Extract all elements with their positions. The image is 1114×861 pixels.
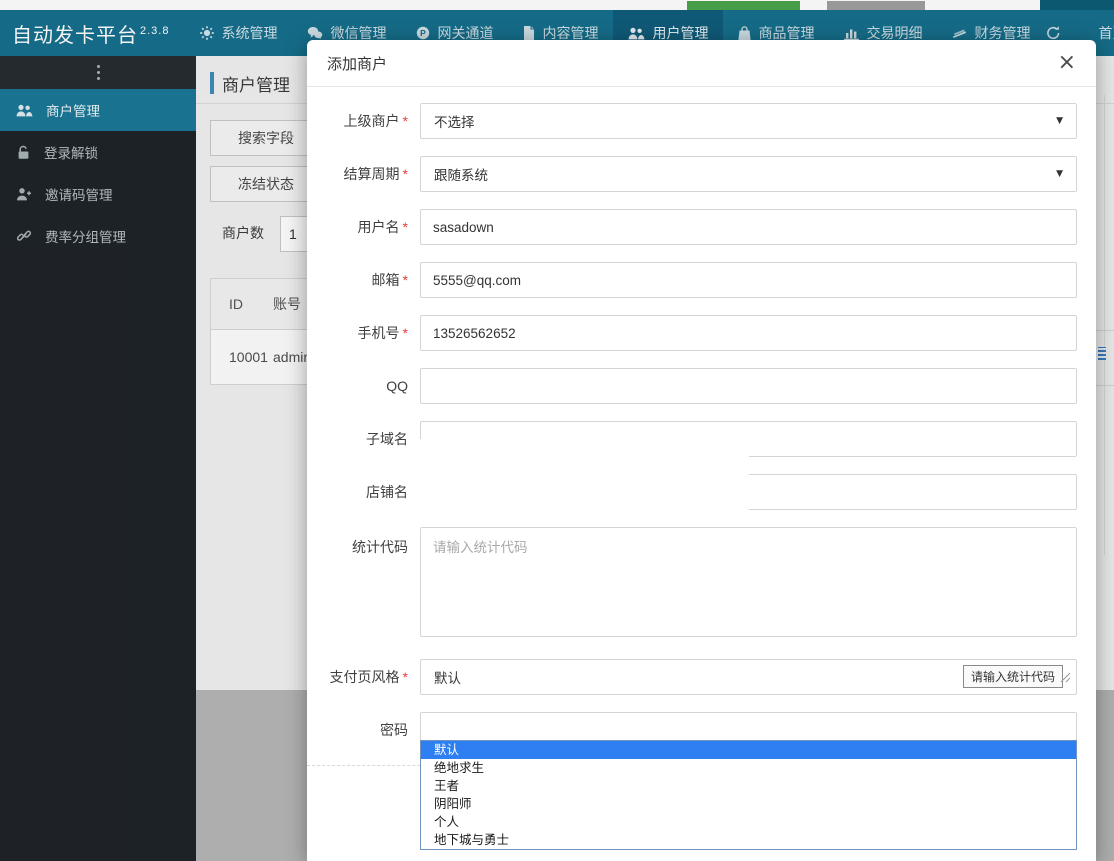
select-value: 跟随系统 — [434, 168, 488, 183]
dropdown-option[interactable]: 阴阳师 — [421, 795, 1076, 813]
form-row-parent-merchant: 上级商户 * 不选择 ▼ — [307, 103, 1077, 139]
qq-input[interactable] — [420, 368, 1077, 404]
field-label: 店铺名 — [366, 484, 408, 500]
field-label: 密码 — [380, 722, 408, 738]
form-row-phone: 手机号 * — [307, 315, 1077, 351]
required-asterisk: * — [402, 219, 408, 235]
app-window: 自动发卡平台2.3.8 系统管理 微信管理 P 网关通道 内容管理 用户管理 — [0, 0, 1114, 861]
field-label: 统计代码 — [352, 539, 408, 555]
form-row-stats-code: 统计代码 — [307, 527, 1077, 642]
required-asterisk: * — [402, 272, 408, 288]
dropdown-option[interactable]: 绝地求生 — [421, 759, 1076, 777]
modal-title: 添加商户 — [327, 55, 388, 73]
payment-style-dropdown: 默认 绝地求生 王者 阴阳师 个人 地下城与勇士 — [420, 740, 1077, 850]
required-asterisk: * — [402, 669, 408, 685]
field-label: 用户名 — [357, 219, 400, 235]
field-label: 支付页风格 — [329, 669, 400, 685]
field-label: 邮箱 — [371, 272, 400, 288]
render-glitch-patch — [412, 439, 749, 517]
close-icon[interactable]: × — [1058, 52, 1076, 74]
phone-input[interactable] — [420, 315, 1077, 351]
form-row-username: 用户名 * — [307, 209, 1077, 245]
dropdown-option[interactable]: 地下城与勇士 — [421, 831, 1076, 849]
required-asterisk: * — [402, 166, 408, 182]
select-value: 默认 — [434, 671, 461, 686]
modal-body: 上级商户* 不选择▼ 结算周期* 跟随系统▼ 用户名* 邮箱* 手机号* QQ — [307, 87, 1096, 850]
form-row-email: 邮箱 * — [307, 262, 1077, 298]
dropdown-option[interactable]: 王者 — [421, 777, 1076, 795]
stats-code-textarea[interactable] — [420, 527, 1077, 637]
add-merchant-modal: 添加商户 × 上级商户* 不选择▼ 结算周期* 跟随系统▼ 用户名* 邮箱* 手… — [307, 40, 1096, 861]
required-asterisk: * — [402, 113, 408, 129]
dropdown-option[interactable]: 个人 — [421, 813, 1076, 831]
field-label: QQ — [386, 378, 408, 394]
parent-merchant-select[interactable]: 不选择 ▼ — [420, 103, 1077, 139]
stats-code-tooltip: 请输入统计代码 — [963, 665, 1064, 688]
caret-down-icon: ▼ — [1056, 169, 1063, 179]
settlement-cycle-select[interactable]: 跟随系统 ▼ — [420, 156, 1077, 192]
form-row-settlement-cycle: 结算周期 * 跟随系统 ▼ — [307, 156, 1077, 192]
dropdown-option[interactable]: 默认 — [421, 741, 1076, 759]
modal-header: 添加商户 × — [307, 40, 1096, 87]
form-row-qq: QQ — [307, 368, 1077, 404]
required-asterisk: * — [402, 325, 408, 341]
username-input[interactable] — [420, 209, 1077, 245]
field-label: 上级商户 — [343, 113, 400, 129]
form-row-payment-style: 支付页风格* 默认▼ — [307, 659, 1077, 695]
field-label: 结算周期 — [343, 166, 400, 182]
email-input[interactable] — [420, 262, 1077, 298]
field-label: 子域名 — [366, 431, 408, 447]
caret-down-icon: ▼ — [1056, 116, 1063, 126]
textarea-resize-handle[interactable] — [1060, 670, 1071, 688]
select-value: 不选择 — [434, 115, 475, 130]
field-label: 手机号 — [357, 325, 400, 341]
